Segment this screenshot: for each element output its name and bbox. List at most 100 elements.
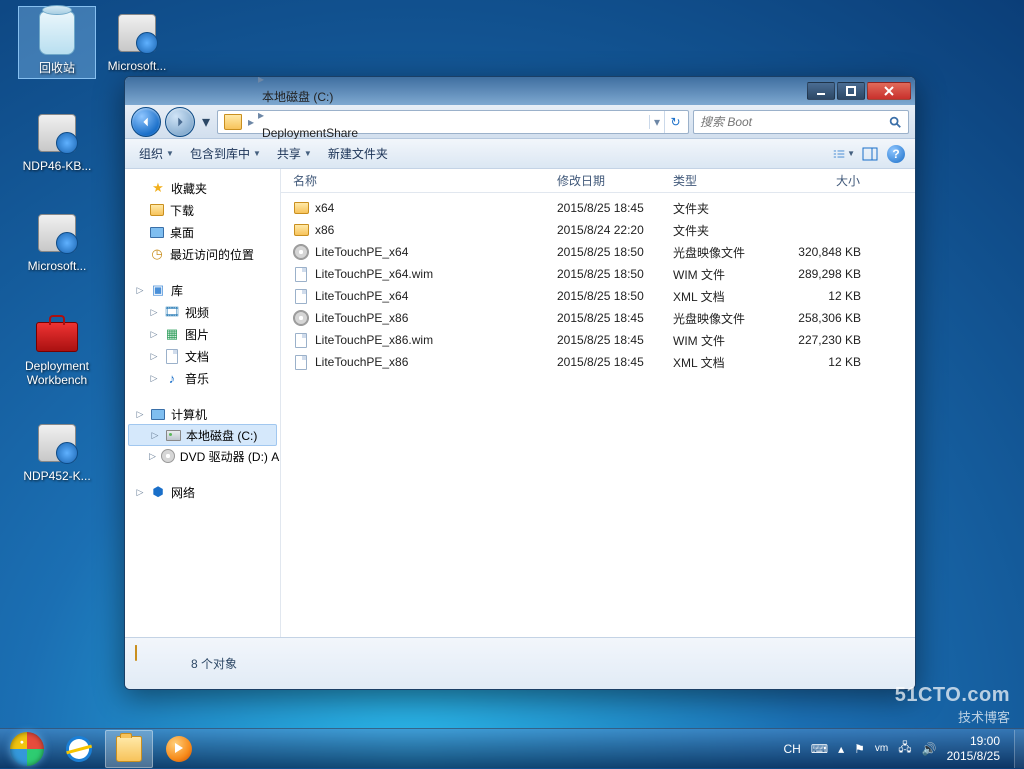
folder-icon (293, 200, 309, 216)
file-type: 文件夹 (665, 222, 781, 239)
search-input[interactable] (700, 115, 888, 129)
file-icon (293, 354, 309, 370)
sidebar-favorites[interactable]: ★收藏夹 (125, 177, 280, 199)
desktop-icon-ms2[interactable]: Microsoft... (18, 206, 96, 276)
col-size[interactable]: 大小 (781, 169, 869, 192)
file-row[interactable]: x862015/8/24 22:20文件夹 (281, 219, 915, 241)
tray-volume-icon[interactable]: 🔊 (922, 742, 937, 756)
sidebar-videos[interactable]: ▷🎞视频 (125, 301, 280, 323)
file-type: 光盘映像文件 (665, 310, 781, 327)
titlebar[interactable] (125, 77, 915, 105)
breadcrumb-caret[interactable]: ▸ (256, 76, 266, 86)
file-row[interactable]: LiteTouchPE_x642015/8/25 18:50XML 文档12 K… (281, 285, 915, 307)
file-row[interactable]: LiteTouchPE_x642015/8/25 18:50光盘映像文件320,… (281, 241, 915, 263)
computer-icon (150, 406, 166, 422)
organize-button[interactable]: 组织 ▼ (133, 142, 180, 165)
sidebar-music[interactable]: ▷♪音乐 (125, 367, 280, 389)
help-button[interactable]: ? (885, 143, 907, 165)
search-box[interactable] (693, 110, 909, 134)
tray-clock[interactable]: 19:00 2015/8/25 (947, 734, 1000, 763)
file-name: LiteTouchPE_x64.wim (315, 267, 433, 281)
file-row[interactable]: LiteTouchPE_x86.wim2015/8/25 18:45WIM 文件… (281, 329, 915, 351)
ime-indicator[interactable]: CH (783, 742, 800, 756)
desktop-icon-ndp452[interactable]: NDP452-K... (18, 416, 96, 486)
desktop-icon-ms1[interactable]: Microsoft... (98, 6, 176, 76)
picture-icon: ▦ (164, 326, 180, 342)
sidebar-drive-c[interactable]: ▷本地磁盘 (C:) (128, 424, 277, 446)
taskbar-wmp[interactable] (155, 730, 203, 768)
taskbar: CH ⌨ ▴ ⚑ vm 🖧 🔊 19:00 2015/8/25 (0, 728, 1024, 768)
share-button[interactable]: 共享 ▼ (271, 142, 318, 165)
file-row[interactable]: x642015/8/25 18:45文件夹 (281, 197, 915, 219)
col-type[interactable]: 类型 (665, 169, 781, 192)
status-bar: 8 个对象 (125, 637, 915, 689)
start-button[interactable] (0, 729, 54, 769)
tray-vm-icon[interactable]: vm (875, 743, 888, 754)
address-bar[interactable]: ▸ 计算机▸本地磁盘 (C:)▸DeploymentShare▸Boot▸ ▾ … (217, 110, 689, 134)
file-date: 2015/8/24 22:20 (549, 223, 665, 237)
sidebar-documents[interactable]: ▷文档 (125, 345, 280, 367)
preview-pane-button[interactable] (859, 143, 881, 165)
desktop-icon-dw[interactable]: Deployment Workbench (18, 306, 96, 390)
breadcrumb-caret[interactable]: ▸ (256, 108, 266, 122)
desktop-icon-ndp46[interactable]: NDP46-KB... (18, 106, 96, 176)
nav-history-dropdown[interactable]: ▾ (199, 112, 213, 132)
ms1-icon (113, 9, 161, 57)
file-name: LiteTouchPE_x86 (315, 355, 408, 369)
breadcrumb-item[interactable]: 本地磁盘 (C:) (256, 86, 364, 108)
file-icon (293, 332, 309, 348)
close-button[interactable] (867, 82, 911, 100)
minimize-button[interactable] (807, 82, 835, 100)
file-date: 2015/8/25 18:45 (549, 311, 665, 325)
new-folder-button[interactable]: 新建文件夹 (322, 142, 394, 165)
desktop-icon-label: NDP452-K... (23, 469, 90, 483)
breadcrumb-caret[interactable]: ▸ (246, 115, 256, 129)
folder-icon (135, 646, 177, 682)
desktop-icon-label: NDP46-KB... (23, 159, 92, 173)
desktop-icon (149, 224, 165, 240)
desktop-icon-recycle[interactable]: 回收站 (18, 6, 96, 79)
view-options-button[interactable]: ▼ (833, 143, 855, 165)
sidebar-libraries[interactable]: ▷▣库 (125, 279, 280, 301)
explorer-window: ▾ ▸ 计算机▸本地磁盘 (C:)▸DeploymentShare▸Boot▸ … (124, 76, 916, 690)
file-name: LiteTouchPE_x64 (315, 245, 408, 259)
show-desktop-button[interactable] (1014, 730, 1024, 768)
sidebar-pictures[interactable]: ▷▦图片 (125, 323, 280, 345)
ms2-icon (33, 209, 81, 257)
taskbar-ie[interactable] (55, 730, 103, 768)
ndp452-icon (33, 419, 81, 467)
sidebar-recent[interactable]: ◷最近访问的位置 (125, 243, 280, 265)
sidebar-dvd[interactable]: ▷DVD 驱动器 (D:) AD (125, 445, 280, 467)
include-library-button[interactable]: 包含到库中 ▼ (184, 142, 267, 165)
sidebar-desktop[interactable]: 桌面 (125, 221, 280, 243)
sidebar-downloads[interactable]: 下载 (125, 199, 280, 221)
help-icon: ? (887, 145, 905, 163)
file-row[interactable]: LiteTouchPE_x862015/8/25 18:45光盘映像文件258,… (281, 307, 915, 329)
address-dropdown[interactable]: ▾ (649, 115, 664, 129)
file-date: 2015/8/25 18:50 (549, 289, 665, 303)
sidebar-computer[interactable]: ▷计算机 (125, 403, 280, 425)
file-icon (293, 266, 309, 282)
file-row[interactable]: LiteTouchPE_x862015/8/25 18:45XML 文档12 K… (281, 351, 915, 373)
taskbar-explorer[interactable] (105, 730, 153, 768)
file-type: WIM 文件 (665, 266, 781, 283)
library-icon: ▣ (150, 282, 166, 298)
video-icon: 🎞 (164, 304, 180, 320)
refresh-button[interactable]: ↻ (664, 111, 686, 133)
folder-icon (224, 114, 242, 130)
network-icon: ⬢ (150, 484, 166, 500)
tray-network-icon[interactable]: 🖧 (898, 738, 911, 759)
sidebar-network[interactable]: ▷⬢网络 (125, 481, 280, 503)
file-row[interactable]: LiteTouchPE_x64.wim2015/8/25 18:50WIM 文件… (281, 263, 915, 285)
nav-forward-button[interactable] (165, 107, 195, 137)
watermark: 51CTO.com 技术博客 (895, 684, 1010, 726)
tray-keyboard-icon[interactable]: ⌨ (811, 742, 828, 756)
tray-flag-icon[interactable]: ⚑ (854, 742, 865, 756)
tray-up-icon[interactable]: ▴ (838, 742, 844, 756)
col-date[interactable]: 修改日期 (549, 169, 665, 192)
file-size: 12 KB (781, 355, 869, 369)
system-tray: CH ⌨ ▴ ⚑ vm 🖧 🔊 19:00 2015/8/25 (783, 734, 1006, 763)
col-name[interactable]: 名称 (285, 169, 549, 192)
nav-back-button[interactable] (131, 107, 161, 137)
maximize-button[interactable] (837, 82, 865, 100)
